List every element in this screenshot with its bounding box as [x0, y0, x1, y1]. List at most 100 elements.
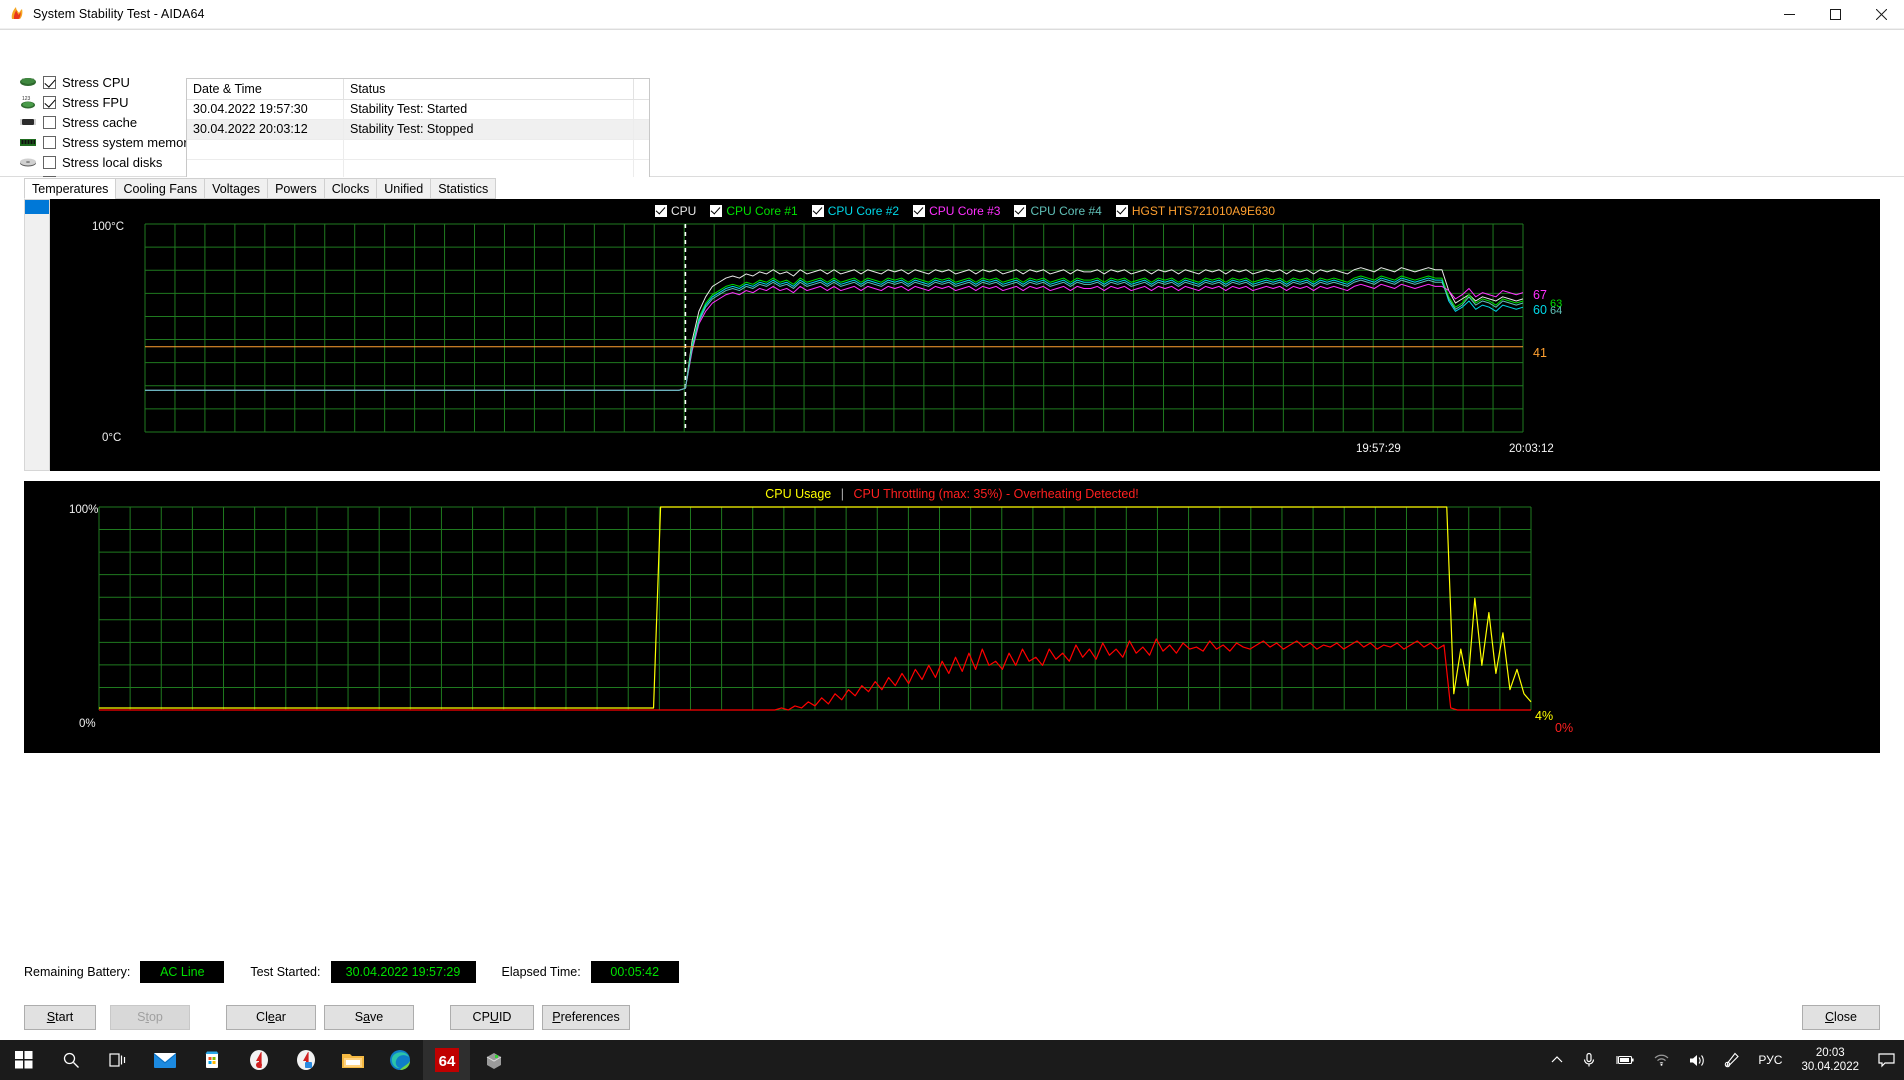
- temperature-plot-area[interactable]: CPU CPU Core #1 CPU Core #2 CPU Core #3: [50, 199, 1880, 471]
- yandex-browser-icon[interactable]: [235, 1040, 282, 1080]
- stress-option-row[interactable]: 123 Stress FPU: [18, 92, 208, 112]
- stability-test-window: System Stability Test - AIDA64 Stress CP…: [0, 0, 1904, 1040]
- disk-icon: [18, 154, 38, 170]
- tab-unified[interactable]: Unified: [376, 178, 432, 199]
- stress-fpu-checkbox[interactable]: [43, 95, 56, 109]
- close-button[interactable]: Close: [1802, 1004, 1880, 1030]
- column-header-datetime[interactable]: Date & Time: [187, 79, 344, 99]
- microsoft-store-icon[interactable]: [188, 1040, 235, 1080]
- table-header-row: Date & Time Status: [187, 79, 649, 100]
- app-icon[interactable]: [470, 1040, 517, 1080]
- temp-value-core3: 67: [1533, 288, 1547, 302]
- stress-option-label: Stress cache: [62, 114, 138, 130]
- legend-item-core2[interactable]: CPU Core #2: [811, 204, 899, 218]
- tab-temperatures[interactable]: Temperatures: [24, 178, 117, 199]
- title-separator: |: [840, 487, 844, 501]
- table-row[interactable]: 30.04.2022 19:57:30 Stability Test: Star…: [187, 100, 649, 120]
- clock-time: 20:03: [1815, 1047, 1845, 1059]
- legend-checkbox[interactable]: [1014, 205, 1027, 217]
- stress-cache-checkbox[interactable]: [43, 115, 56, 129]
- fpu-icon: 123: [18, 94, 38, 110]
- stress-cpu-checkbox[interactable]: [43, 75, 56, 89]
- temp-value-core2: 60: [1533, 303, 1547, 317]
- aida64-taskbar-icon[interactable]: 64: [423, 1040, 470, 1080]
- title-bar: System Stability Test - AIDA64: [0, 0, 1904, 29]
- table-row-empty: [187, 140, 649, 160]
- cell-datetime: 30.04.2022 20:03:12: [187, 120, 344, 139]
- legend-checkbox[interactable]: [1115, 205, 1128, 217]
- stress-option-row[interactable]: Stress CPU: [18, 72, 208, 92]
- save-button[interactable]: Save: [324, 1004, 414, 1030]
- cpu-usage-chart[interactable]: CPU Usage | CPU Throttling (max: 35%) - …: [24, 481, 1880, 753]
- legend-checkbox[interactable]: [811, 205, 824, 217]
- pen-icon[interactable]: [1715, 1040, 1749, 1080]
- clear-button[interactable]: Clear: [226, 1004, 316, 1030]
- volume-icon[interactable]: [1679, 1040, 1715, 1080]
- cpuid-button[interactable]: CPUID: [450, 1004, 534, 1030]
- legend-checkbox[interactable]: [654, 205, 667, 217]
- tab-cooling-fans[interactable]: Cooling Fans: [115, 178, 206, 199]
- top-panel: Stress CPU 123 Stress FPU Stress cache S…: [0, 29, 1904, 200]
- wifi-icon[interactable]: [1644, 1040, 1679, 1080]
- legend-item-core3[interactable]: CPU Core #3: [913, 204, 1000, 218]
- stress-option-row[interactable]: Stress cache: [18, 112, 208, 132]
- microsoft-edge-icon[interactable]: [376, 1040, 423, 1080]
- legend-item-core4[interactable]: CPU Core #4: [1014, 204, 1102, 218]
- task-view-icon[interactable]: [94, 1040, 141, 1080]
- stress-memory-checkbox[interactable]: [43, 135, 56, 149]
- elapsed-time-label: Elapsed Time:: [501, 965, 581, 979]
- temp-x-end-label: 20:03:12: [1509, 443, 1554, 455]
- stress-disks-checkbox[interactable]: [43, 155, 56, 169]
- stress-option-row[interactable]: Stress local disks: [18, 152, 208, 172]
- tab-voltages[interactable]: Voltages: [204, 178, 269, 199]
- temp-y-axis-top-label: 100°C: [92, 221, 125, 233]
- tab-clocks[interactable]: Clocks: [323, 178, 378, 199]
- legend-item-core1[interactable]: CPU Core #1: [710, 204, 798, 218]
- windows-taskbar: 64 РУС 20:03 30.04.2022: [0, 1040, 1904, 1080]
- legend-checkbox[interactable]: [913, 205, 926, 217]
- battery-charging-icon[interactable]: [1606, 1040, 1644, 1080]
- battery-label: Remaining Battery:: [24, 965, 131, 979]
- throttling-warning: CPU Throttling (max: 35%) - Overheating …: [853, 487, 1139, 501]
- stress-option-label: Stress CPU: [62, 74, 130, 90]
- scrollbar-thumb[interactable]: [25, 200, 49, 214]
- legend-label: CPU Core #4: [1030, 204, 1102, 218]
- table-row[interactable]: 30.04.2022 20:03:12 Stability Test: Stop…: [187, 120, 649, 140]
- language-indicator[interactable]: РУС: [1749, 1040, 1791, 1080]
- tab-statistics[interactable]: Statistics: [430, 178, 497, 199]
- legend-item-hdd[interactable]: HGST HTS721010A9E630: [1115, 204, 1276, 218]
- cell-datetime: 30.04.2022 19:57:30: [187, 100, 344, 119]
- maximize-button[interactable]: [1812, 0, 1858, 29]
- preferences-button[interactable]: Preferences: [542, 1004, 630, 1030]
- cell-status: Stability Test: Started: [344, 100, 634, 119]
- search-icon[interactable]: [47, 1040, 94, 1080]
- mail-icon[interactable]: [141, 1040, 188, 1080]
- sensor-scroll-column[interactable]: [24, 199, 50, 471]
- temp-y-axis-bottom-label: 0°C: [102, 432, 122, 444]
- memory-icon: [18, 134, 38, 150]
- battery-value: AC Line: [140, 961, 225, 983]
- action-center-icon[interactable]: [1869, 1040, 1904, 1080]
- column-header-status[interactable]: Status: [344, 79, 634, 99]
- start-button-icon[interactable]: [0, 1040, 47, 1080]
- legend-label: HGST HTS721010A9E630: [1131, 204, 1276, 218]
- elapsed-time-value: 00:05:42: [590, 961, 679, 983]
- legend-item-cpu[interactable]: CPU: [654, 204, 696, 218]
- usage-y-axis-bottom-label: 0%: [79, 718, 96, 730]
- cpu-icon: [18, 74, 38, 90]
- microphone-icon[interactable]: [1572, 1040, 1606, 1080]
- legend-checkbox[interactable]: [710, 205, 723, 217]
- yandex-messenger-icon[interactable]: [282, 1040, 329, 1080]
- start-button[interactable]: Start: [24, 1004, 96, 1030]
- file-explorer-icon[interactable]: [329, 1040, 376, 1080]
- stress-option-row[interactable]: Stress system memory: [18, 132, 208, 152]
- stress-option-label: Stress system memory: [62, 134, 195, 150]
- clock-date: 30.04.2022: [1801, 1061, 1859, 1073]
- show-hidden-icons-chevron[interactable]: [1542, 1040, 1572, 1080]
- tab-powers[interactable]: Powers: [267, 178, 325, 199]
- close-window-button[interactable]: [1858, 0, 1904, 29]
- usage-y-axis-top-label: 100%: [69, 504, 99, 516]
- minimize-button[interactable]: [1766, 0, 1812, 29]
- system-tray: РУС 20:03 30.04.2022: [1542, 1040, 1904, 1080]
- taskbar-clock[interactable]: 20:03 30.04.2022: [1791, 1040, 1869, 1080]
